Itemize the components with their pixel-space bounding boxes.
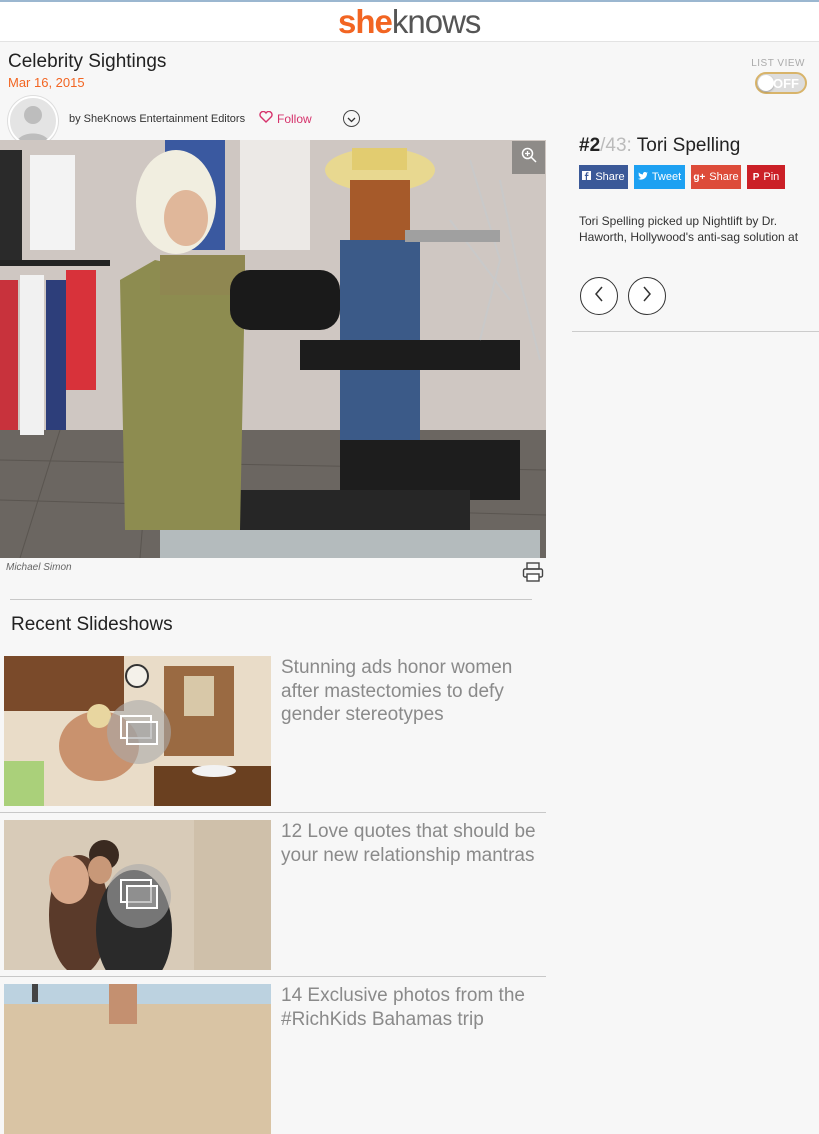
expand-chevron-button[interactable]	[343, 110, 360, 127]
print-button[interactable]	[522, 562, 544, 587]
gallery-title: Celebrity Sightings	[8, 51, 167, 72]
slideshow-title[interactable]: Stunning ads honor women after mastectom…	[281, 656, 536, 727]
author-byline[interactable]: by SheKnows Entertainment Editors	[69, 113, 245, 125]
gallery-badge	[107, 700, 171, 764]
slideshow-thumbnail[interactable]	[4, 820, 271, 970]
follow-button[interactable]: Follow	[259, 110, 312, 126]
slideshow-thumbnail[interactable]	[4, 656, 271, 806]
toggle-state: OFF	[773, 76, 799, 91]
slide-heading: #2/43: Tori Spelling	[579, 135, 740, 157]
author-avatar[interactable]	[8, 96, 58, 146]
pinterest-icon: P	[752, 171, 760, 183]
gallery-icon	[120, 714, 158, 750]
recent-slideshows-heading: Recent Slideshows	[11, 614, 173, 635]
pin-label: Pin	[763, 171, 780, 183]
slideshow-title[interactable]: 12 Love quotes that should be your new r…	[281, 820, 536, 867]
share-label: Share	[595, 171, 625, 183]
print-icon	[522, 562, 544, 586]
photo-credit: Michael Simon	[6, 562, 72, 573]
gallery-icon	[120, 878, 158, 914]
divider	[10, 599, 532, 600]
slide-photo[interactable]	[0, 140, 546, 558]
slide-description: Tori Spelling picked up Nightlift by Dr.…	[579, 214, 799, 244]
divider	[572, 331, 819, 332]
pinterest-pin-button[interactable]: P Pin	[747, 165, 785, 189]
slideshow-thumbnail[interactable]	[4, 984, 271, 1134]
slide-name: Tori Spelling	[631, 135, 741, 156]
gallery-date: Mar 16, 2015	[8, 75, 85, 90]
google-plus-icon: g+	[693, 171, 706, 183]
gallery-badge	[107, 864, 171, 928]
share-label: Share	[709, 171, 739, 183]
chevron-left-icon	[594, 286, 604, 307]
facebook-icon	[582, 171, 592, 183]
slide-total: /43:	[600, 135, 632, 156]
list-view-label: LIST VIEW	[751, 58, 805, 69]
zoom-button[interactable]	[512, 141, 545, 174]
facebook-share-button[interactable]: Share	[579, 165, 628, 189]
twitter-icon	[637, 171, 648, 183]
chevron-right-icon	[642, 286, 652, 307]
previous-slide-button[interactable]	[580, 277, 618, 315]
zoom-in-icon	[521, 147, 537, 168]
divider	[0, 976, 546, 977]
follow-label: Follow	[277, 111, 312, 126]
tweet-label: Tweet	[651, 171, 682, 183]
slide-number: #2	[579, 135, 601, 156]
site-header: sheknows	[0, 0, 819, 42]
toggle-knob	[758, 75, 774, 91]
heart-icon	[259, 110, 273, 126]
google-plus-share-button[interactable]: g+ Share	[691, 165, 741, 189]
sheknows-logo[interactable]: sheknows	[338, 3, 481, 41]
chevron-down-icon	[347, 110, 356, 128]
next-slide-button[interactable]	[628, 277, 666, 315]
list-view-toggle[interactable]: OFF	[755, 72, 807, 94]
divider	[0, 812, 546, 813]
store-scene-illustration	[0, 140, 546, 558]
twitter-share-button[interactable]: Tweet	[634, 165, 685, 189]
